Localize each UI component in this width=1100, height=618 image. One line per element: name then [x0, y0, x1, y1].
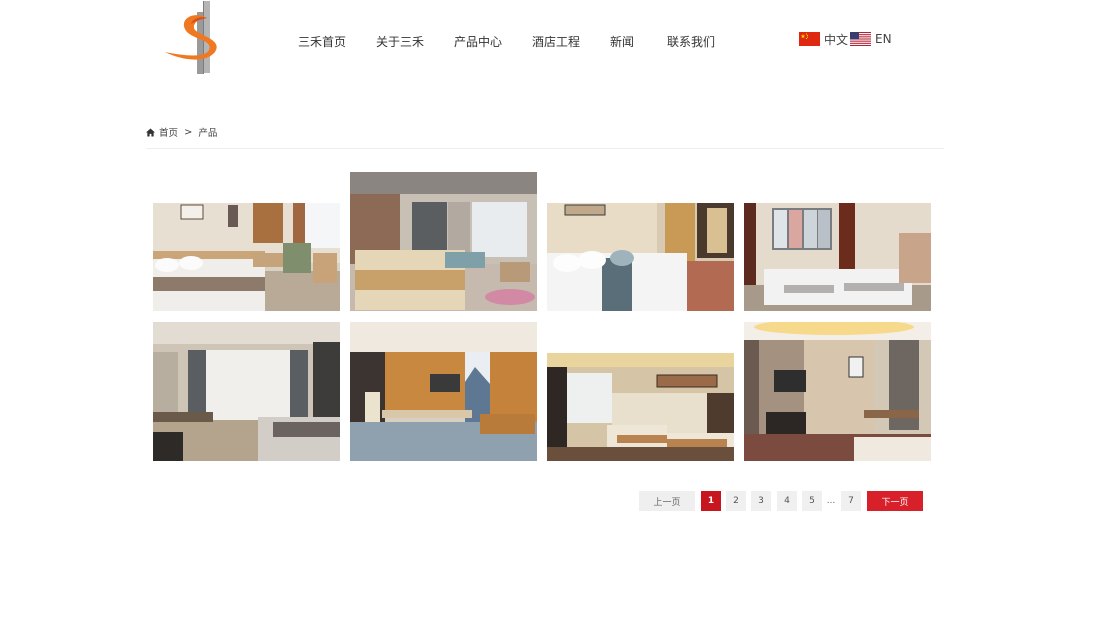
product-image[interactable] [153, 203, 340, 311]
breadcrumb: 首页 > 产品 [146, 125, 217, 139]
lang-switch-en[interactable]: EN [850, 31, 892, 47]
product-image[interactable] [350, 322, 537, 461]
pagination-page-1[interactable]: 1 [701, 491, 721, 511]
breadcrumb-current: 产品 [198, 128, 218, 139]
pagination-page-3[interactable]: 3 [751, 491, 771, 511]
nav-item-hotel-projects[interactable]: 酒店工程 [532, 33, 580, 50]
product-image[interactable] [350, 172, 537, 311]
product-image[interactable] [744, 203, 931, 311]
breadcrumb-home[interactable]: 首页 [159, 125, 178, 139]
product-image[interactable] [547, 203, 734, 311]
us-flag-icon [850, 32, 871, 46]
pagination-next-button[interactable]: 下一页 [867, 491, 923, 511]
lang-switch-zh[interactable]: 中文 [799, 31, 848, 47]
pagination-ellipsis: ... [826, 496, 836, 506]
nav-item-contact[interactable]: 联系我们 [667, 33, 715, 50]
pagination-page-5[interactable]: 5 [802, 491, 822, 511]
lang-en-label: EN [875, 32, 892, 46]
product-image[interactable] [547, 353, 734, 461]
nav-item-home[interactable]: 三禾首页 [298, 33, 346, 50]
home-icon [146, 127, 155, 137]
pagination-page-4[interactable]: 4 [777, 491, 797, 511]
pagination-page-last[interactable]: 7 [841, 491, 861, 511]
pagination-page-2[interactable]: 2 [726, 491, 746, 511]
breadcrumb-separator: > [184, 126, 193, 138]
company-logo[interactable] [163, 0, 223, 78]
nav-item-news[interactable]: 新闻 [610, 33, 634, 50]
nav-item-products[interactable]: 产品中心 [454, 33, 502, 50]
pagination-prev-button[interactable]: 上一页 [639, 491, 695, 511]
nav-item-about[interactable]: 关于三禾 [376, 33, 424, 50]
lang-zh-label: 中文 [824, 32, 849, 47]
product-image[interactable] [153, 322, 340, 461]
product-image[interactable] [744, 322, 931, 461]
breadcrumb-divider [146, 148, 944, 149]
china-flag-icon [799, 32, 820, 46]
